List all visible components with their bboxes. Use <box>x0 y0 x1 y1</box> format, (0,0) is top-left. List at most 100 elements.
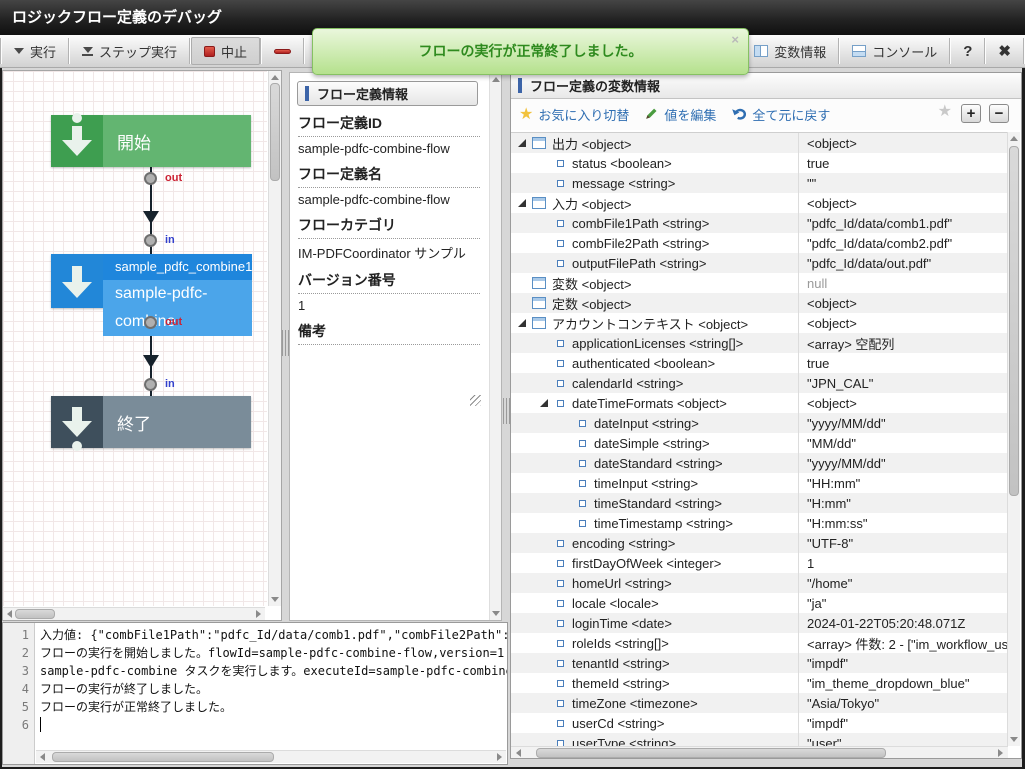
flow-node-task[interactable]: sample_pdfc_combine1 sample-pdfc-combine <box>51 254 251 308</box>
variable-name: dateStandard <string> <box>594 456 723 471</box>
expand-collapse-icon[interactable] <box>518 319 526 327</box>
tree-row[interactable]: message <string>"" <box>511 173 1008 193</box>
tree-row[interactable]: timeStandard <string>"H:mm" <box>511 493 1008 513</box>
flow-canvas[interactable]: 開始 out in sample_pdfc_combine1 sample-pd… <box>3 71 267 606</box>
edit-pencil-icon <box>644 106 659 124</box>
tree-row[interactable]: userCd <string>"impdf" <box>511 713 1008 733</box>
flow-node-end[interactable]: 終了 <box>51 396 251 448</box>
tree-row[interactable]: 変数 <object>null <box>511 273 1008 293</box>
step-run-button[interactable]: ステップ実行 <box>70 35 189 67</box>
port-out[interactable] <box>144 172 157 185</box>
console-line-text: 入力値: {"combFile1Path":"pdfc_Id/data/comb… <box>40 626 507 644</box>
resize-handle-icon[interactable] <box>470 395 481 406</box>
close-button[interactable]: ✖ <box>986 35 1023 67</box>
abort-button[interactable]: 中止 <box>191 37 260 65</box>
expand-collapse-icon[interactable] <box>540 399 548 407</box>
property-icon <box>557 600 564 607</box>
tree-row[interactable]: 出力 <object><object> <box>511 133 1008 153</box>
property-icon <box>579 480 586 487</box>
variable-name: outputFilePath <string> <box>572 256 706 271</box>
console-toggle-button[interactable]: コンソール <box>840 35 949 67</box>
tree-row[interactable]: themeId <string>"im_theme_dropdown_blue" <box>511 673 1008 693</box>
tree-horizontal-scrollbar[interactable] <box>511 746 1008 759</box>
toolbar-right-group: 変数情報 コンソール ? ✖ <box>740 35 1025 67</box>
tree-row[interactable]: status <boolean>true <box>511 153 1008 173</box>
action-label: 値を編集 <box>664 105 716 124</box>
favorite-star-disabled-icon: ★ <box>938 104 952 120</box>
info-field-value <box>298 345 480 357</box>
run-button[interactable]: 実行 <box>2 35 68 67</box>
property-icon <box>579 520 586 527</box>
variable-name: status <boolean> <box>572 156 672 171</box>
tree-row[interactable]: homeUrl <string>"/home" <box>511 573 1008 593</box>
tree-row[interactable]: loginTime <date>2024-01-22T05:20:48.071Z <box>511 613 1008 633</box>
tree-row[interactable]: tenantId <string>"impdf" <box>511 653 1008 673</box>
port-in[interactable] <box>144 378 157 391</box>
variable-value: <object> <box>799 316 1008 331</box>
tree-vertical-scrollbar[interactable] <box>1007 132 1020 746</box>
action-label: 全て元に戻す <box>752 105 830 124</box>
tree-row[interactable]: timeZone <timezone>"Asia/Tokyo" <box>511 693 1008 713</box>
port-in[interactable] <box>144 234 157 247</box>
flow-node-start[interactable]: 開始 <box>51 115 251 167</box>
property-icon <box>557 640 564 647</box>
console-line: 6 <box>3 716 507 734</box>
variable-name: dateTimeFormats <object> <box>572 396 727 411</box>
tree-row[interactable]: locale <locale>"ja" <box>511 593 1008 613</box>
canvas-horizontal-scrollbar[interactable] <box>3 607 265 620</box>
info-panel-scrollbar[interactable] <box>489 73 501 620</box>
text-caret <box>40 717 41 732</box>
property-icon <box>557 380 564 387</box>
tree-row[interactable]: calendarId <string>"JPN_CAL" <box>511 373 1008 393</box>
start-node-icon <box>51 115 103 167</box>
splitter-handle[interactable] <box>282 330 289 356</box>
undo-action-button[interactable]: 全て元に戻す <box>731 105 830 124</box>
expand-collapse-icon[interactable] <box>518 139 526 147</box>
notification-close-icon[interactable]: × <box>731 32 739 47</box>
tree-row[interactable]: applicationLicenses <string[]><array> 空配… <box>511 333 1008 353</box>
tree-row[interactable]: outputFilePath <string> "pdfc_Id/data/out… <box>511 253 1008 273</box>
tree-row[interactable]: アカウントコンテキスト <object><object> <box>511 313 1008 333</box>
collapse-all-button[interactable]: − <box>989 104 1009 123</box>
variable-value: "pdfc_Id/data/comb2.pdf" <box>799 236 1008 251</box>
tree-row[interactable]: userType <string>"user" <box>511 733 1008 746</box>
variable-value: "MM/dd" <box>799 436 1008 451</box>
variables-toggle-button[interactable]: 変数情報 <box>742 35 838 67</box>
console-log[interactable]: 1入力値: {"combFile1Path":"pdfc_Id/data/com… <box>3 626 507 734</box>
tree-row[interactable]: combFile1Path <string>"pdfc_Id/data/comb… <box>511 213 1008 233</box>
help-button[interactable]: ? <box>951 35 984 67</box>
tree-row[interactable]: timeTimestamp <string>"H:mm:ss" <box>511 513 1008 533</box>
canvas-vertical-scrollbar[interactable] <box>268 71 281 606</box>
variable-name: dateSimple <string> <box>594 436 710 451</box>
tree-row[interactable]: roleIds <string[]><array> 件数: 2 - ["im_w… <box>511 633 1008 653</box>
tree-row[interactable]: dateStandard <string>"yyyy/MM/dd" <box>511 453 1008 473</box>
tree-row[interactable]: 定数 <object><object> <box>511 293 1008 313</box>
variable-value: "pdfc_Id/data/out.pdf" <box>799 256 1008 271</box>
tree-row[interactable]: encoding <string>"UTF-8" <box>511 533 1008 553</box>
favorite-action-button[interactable]: ★お気に入り切替 <box>519 105 629 124</box>
tree-row[interactable]: authenticated <boolean>true <box>511 353 1008 373</box>
variables-pane-icon <box>754 45 768 57</box>
tree-row[interactable]: firstDayOfWeek <integer>1 <box>511 553 1008 573</box>
port-out[interactable] <box>144 316 157 329</box>
console-line-text: フローの実行が正常終了しました。 <box>40 698 507 716</box>
variable-value: <object> <box>799 296 1008 311</box>
tree-row[interactable]: dateSimple <string> "MM/dd" <box>511 433 1008 453</box>
tree-row[interactable]: 入力 <object><object> <box>511 193 1008 213</box>
tree-row[interactable]: timeInput <string>"HH:mm" <box>511 473 1008 493</box>
expand-collapse-icon[interactable] <box>518 199 526 207</box>
tree-row[interactable]: dateInput <string>"yyyy/MM/dd" <box>511 413 1008 433</box>
close-icon: ✖ <box>998 42 1011 60</box>
remove-breakpoints-button[interactable] <box>262 35 303 67</box>
flow-info-header-button[interactable]: フロー定義情報 <box>297 81 478 106</box>
splitter-handle[interactable] <box>503 398 510 424</box>
expand-all-button[interactable]: + <box>961 104 981 123</box>
edit-action-button[interactable]: 値を編集 <box>644 105 716 124</box>
info-field-label: バージョン番号 <box>298 270 480 294</box>
tree-row[interactable]: dateTimeFormats <object><object> <box>511 393 1008 413</box>
flow-info-panel: フロー定義情報 フロー定義IDsample-pdfc-combine-flowフ… <box>289 72 502 621</box>
console-horizontal-scrollbar[interactable] <box>36 750 506 763</box>
port-out-label: out <box>165 316 182 328</box>
property-icon <box>557 240 564 247</box>
tree-row[interactable]: combFile2Path <string>"pdfc_Id/data/comb… <box>511 233 1008 253</box>
